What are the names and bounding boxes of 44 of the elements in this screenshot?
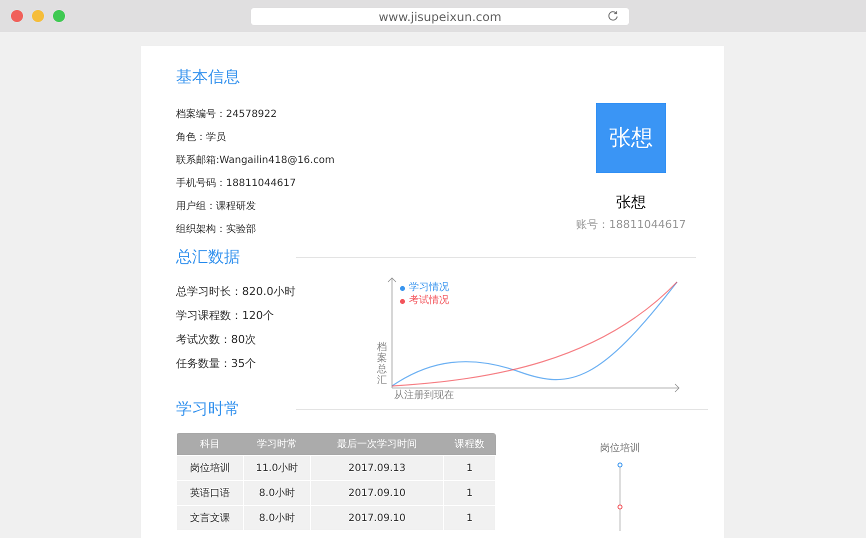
section-title: 总汇数据 [176,246,240,268]
column-header: 学习时常 [244,433,310,456]
section-title: 基本信息 [176,66,241,88]
table-cell: 1 [444,480,496,506]
stat-text: 任务数量：35个 [176,356,256,372]
table-cell: 8.0小时 [244,506,310,530]
timeline-drawing [615,461,625,531]
table-cell: 11.0小时 [244,456,310,480]
table-cell: 文言文课 [176,506,244,530]
info-field: 手机号码：18811044617 [176,176,296,191]
info-field: 用户组：课程研发 [176,199,256,214]
legend-label: 学习情况 [409,282,449,294]
url-text: www.jisupeixun.com [378,10,502,24]
user-name: 张想 [616,193,646,212]
column-header: 课程数 [444,433,496,456]
table-cell: 8.0小时 [244,480,310,506]
info-field: 角色：学员 [176,130,226,145]
table-cell: 英语口语 [176,480,244,506]
minimize-icon[interactable] [32,10,44,22]
reload-icon[interactable] [607,10,619,22]
account-number: 账号：18811044617 [576,217,686,232]
avatar-tile: 张想 [596,103,666,173]
timeline-label: 岗位培训 [600,442,640,455]
section-title: 学习时常 [176,398,240,420]
close-icon[interactable] [11,10,23,22]
info-field: 组织架构：实验部 [176,222,256,237]
table-cell: 1 [444,456,496,480]
legend-label: 考试情况 [409,295,449,307]
address-bar[interactable]: www.jisupeixun.com [251,8,629,25]
column-header: 最后一次学习时间 [310,433,444,456]
table-cell: 2017.09.13 [310,456,444,480]
table-cell: 1 [444,506,496,530]
stat-text: 总学习时长：820.0小时 [176,284,296,300]
column-header: 科目 [176,433,244,456]
info-field: 档案编号：24578922 [176,107,277,122]
table-cell: 2017.09.10 [310,480,444,506]
y-axis-label: 档案总汇 [377,342,387,386]
table-cell: 岗位培训 [176,456,244,480]
maximize-icon[interactable] [53,10,65,22]
x-axis-label: 从注册到现在 [394,388,454,402]
table-cell: 2017.09.10 [310,506,444,530]
stat-text: 考试次数：80次 [176,332,256,348]
stat-text: 学习课程数：120个 [176,308,274,324]
info-field: 联系邮箱:Wangailin418@16.com [176,153,335,168]
